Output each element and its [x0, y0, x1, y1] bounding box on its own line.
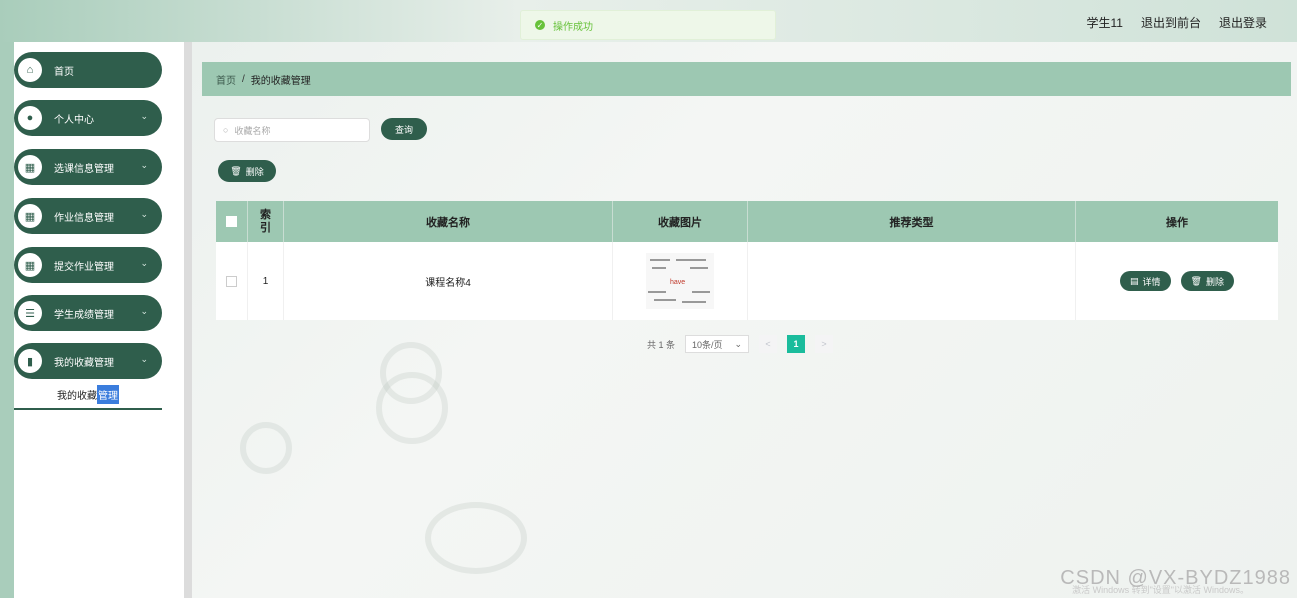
batch-delete-button[interactable]: 🗑 删除: [218, 160, 276, 182]
word-cloud-line: [682, 301, 706, 303]
word-cloud-line: [652, 267, 666, 269]
header-name: 收藏名称: [284, 201, 613, 242]
chevron-down-icon: ⌄: [140, 111, 148, 121]
chevron-down-icon: ⌄: [140, 354, 148, 364]
background-decoration: [240, 422, 292, 474]
detail-label: 详情: [1142, 276, 1161, 287]
word-cloud-line: [648, 291, 666, 293]
word-cloud-line: [654, 299, 676, 301]
sidebar-item-label: 首页: [54, 66, 74, 78]
prev-page-button[interactable]: <: [759, 335, 778, 353]
search-placeholder: 收藏名称: [234, 125, 271, 136]
pagination: 共 1 条 10条/页 ⌄ < 1 >: [647, 335, 834, 353]
username-label: 学生11: [1086, 16, 1123, 30]
row-actions: ▤ 详情 🗑 删除: [1076, 242, 1278, 320]
row-delete-label: 删除: [1205, 276, 1224, 287]
logout-link[interactable]: 退出登录: [1219, 14, 1267, 31]
row-delete-button[interactable]: 🗑 删除: [1180, 271, 1234, 291]
breadcrumb-separator: /: [242, 73, 245, 85]
background-decoration: [425, 502, 527, 574]
row-type: [748, 242, 1076, 320]
search-input[interactable]: ○ 收藏名称: [214, 118, 370, 142]
breadcrumb: 首页 / 我的收藏管理: [202, 62, 1291, 96]
favorite-thumbnail: have: [646, 253, 714, 309]
header-image: 收藏图片: [613, 201, 748, 242]
document-icon: ▤: [1130, 275, 1139, 286]
chevron-down-icon: ⌄: [734, 338, 743, 349]
toast-message: 操作成功: [553, 21, 593, 33]
next-page-button[interactable]: >: [815, 335, 834, 353]
row-image-cell: have: [613, 242, 748, 320]
check-circle-icon: ✓: [535, 20, 545, 30]
sidebar-item-label: 学生成绩管理: [54, 309, 114, 321]
grid-icon: ▦: [18, 204, 42, 228]
sidebar-scrollbar[interactable]: [184, 42, 192, 598]
sidebar-item-label: 选课信息管理: [54, 163, 114, 175]
table-row: 1 课程名称4 have ▤ 详情 🗑 删除: [216, 242, 1278, 320]
sidebar-item-label: 个人中心: [54, 114, 94, 126]
page-number-button[interactable]: 1: [787, 335, 806, 353]
breadcrumb-home[interactable]: 首页: [216, 72, 236, 87]
success-toast: ✓ 操作成功: [520, 10, 776, 40]
page-size-select[interactable]: 10条/页 ⌄: [685, 335, 750, 353]
sidebar-item-submit-homework[interactable]: ▦ 提交作业管理 ⌄: [14, 247, 162, 283]
grid-icon: ▦: [18, 155, 42, 179]
pagination-total: 共 1 条: [647, 339, 676, 350]
batch-delete-label: 删除: [245, 166, 264, 177]
favorites-table: 索引 收藏名称 收藏图片 推荐类型 操作 1 课程名称4 have ▤ 详情 🗑…: [216, 201, 1278, 320]
sidebar-item-label: 提交作业管理: [54, 261, 114, 273]
sidebar: ⌂ 首页 ● 个人中心 ⌄ ▦ 选课信息管理 ⌄ ▦ 作业信息管理 ⌄ ▦ 提交…: [14, 42, 184, 598]
list-icon: ☰: [18, 301, 42, 325]
sidebar-item-label: 作业信息管理: [54, 212, 114, 224]
header-type: 推荐类型: [748, 201, 1076, 242]
chevron-down-icon: ⌄: [140, 209, 148, 219]
submenu-item-my-favorites[interactable]: 我的收藏 管理: [14, 380, 162, 410]
page-size-value: 10条/页: [692, 339, 723, 350]
thumbnail-word: have: [670, 279, 686, 286]
word-cloud-line: [676, 259, 706, 261]
chevron-down-icon: ⌄: [140, 306, 148, 316]
sidebar-item-my-favorites[interactable]: ▮ 我的收藏管理 ⌄: [14, 343, 162, 379]
sidebar-item-home[interactable]: ⌂ 首页: [14, 52, 162, 88]
submenu-label-highlight: 管理: [97, 384, 119, 404]
user-icon: ●: [18, 106, 42, 130]
sidebar-item-personal-center[interactable]: ● 个人中心 ⌄: [14, 100, 162, 136]
search-icon: ○: [223, 125, 229, 135]
query-button[interactable]: 查询: [381, 118, 427, 140]
detail-button[interactable]: ▤ 详情: [1120, 271, 1171, 291]
select-all-checkbox[interactable]: [226, 216, 237, 227]
chevron-down-icon: ⌄: [140, 160, 148, 170]
top-links: 学生11 退出到前台 退出登录: [1087, 14, 1268, 31]
row-select-cell: [216, 242, 248, 320]
trash-icon: 🗑: [1190, 275, 1202, 286]
trash-icon: 🗑: [230, 165, 242, 176]
breadcrumb-current: 我的收藏管理: [250, 75, 311, 87]
header-actions: 操作: [1166, 216, 1188, 229]
sidebar-item-student-grades[interactable]: ☰ 学生成绩管理 ⌄: [14, 295, 162, 331]
submenu-label: 我的收藏: [57, 390, 97, 402]
sidebar-item-homework-info[interactable]: ▦ 作业信息管理 ⌄: [14, 198, 162, 234]
header-index: 索引: [248, 201, 284, 242]
row-checkbox[interactable]: [226, 275, 237, 287]
word-cloud-line: [692, 291, 710, 293]
row-name: 课程名称4: [284, 242, 613, 320]
select-all-cell: [216, 201, 248, 242]
back-to-frontend-link[interactable]: 退出到前台: [1141, 14, 1201, 31]
word-cloud-line: [690, 267, 708, 269]
word-cloud-line: [650, 259, 670, 261]
bar-chart-icon: ▮: [18, 349, 42, 373]
grid-icon: ▦: [18, 253, 42, 277]
home-icon: ⌂: [18, 58, 42, 82]
sidebar-item-course-selection[interactable]: ▦ 选课信息管理 ⌄: [14, 149, 162, 185]
row-index: 1: [248, 242, 284, 320]
main-content: 首页 / 我的收藏管理 ○ 收藏名称 查询 🗑 删除 索引 收藏名称 收藏图片 …: [200, 42, 1297, 598]
sidebar-item-label: 我的收藏管理: [54, 357, 114, 369]
background-decoration: [376, 372, 448, 444]
chevron-down-icon: ⌄: [140, 258, 148, 268]
table-header: 索引 收藏名称 收藏图片 推荐类型 操作: [216, 201, 1278, 242]
watermark: CSDN @VX-BYDZ1988: [1060, 567, 1291, 589]
